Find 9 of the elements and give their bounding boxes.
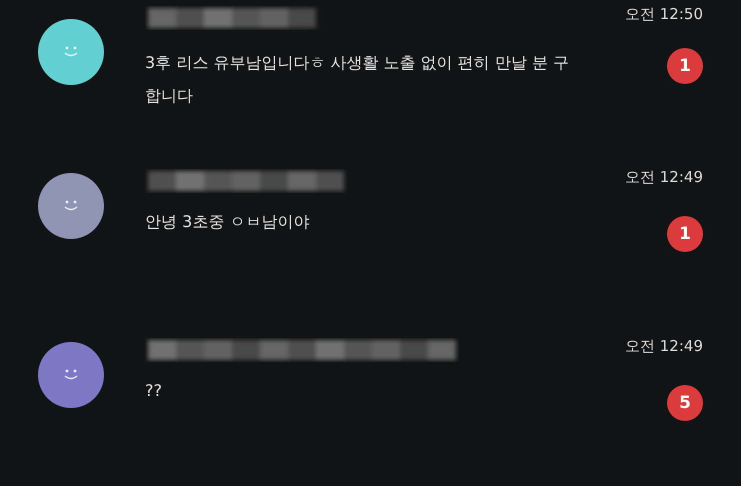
unread-count: 1 [667,216,703,252]
message-preview: 안녕 3초중 ㅇㅂ남이야 [145,211,310,233]
message-preview: 3후 리스 유부남입니다ㅎ 사생활 노출 없이 편히 만날 분 구합니다 [145,52,570,107]
unread-count: 1 [667,48,703,84]
message-time: 오전 12:49 [625,336,703,357]
message-time: 오전 12:50 [625,4,703,25]
message-preview: ?? [145,380,163,402]
message-time: 오전 12:49 [625,167,703,188]
unread-count: 5 [667,385,703,421]
